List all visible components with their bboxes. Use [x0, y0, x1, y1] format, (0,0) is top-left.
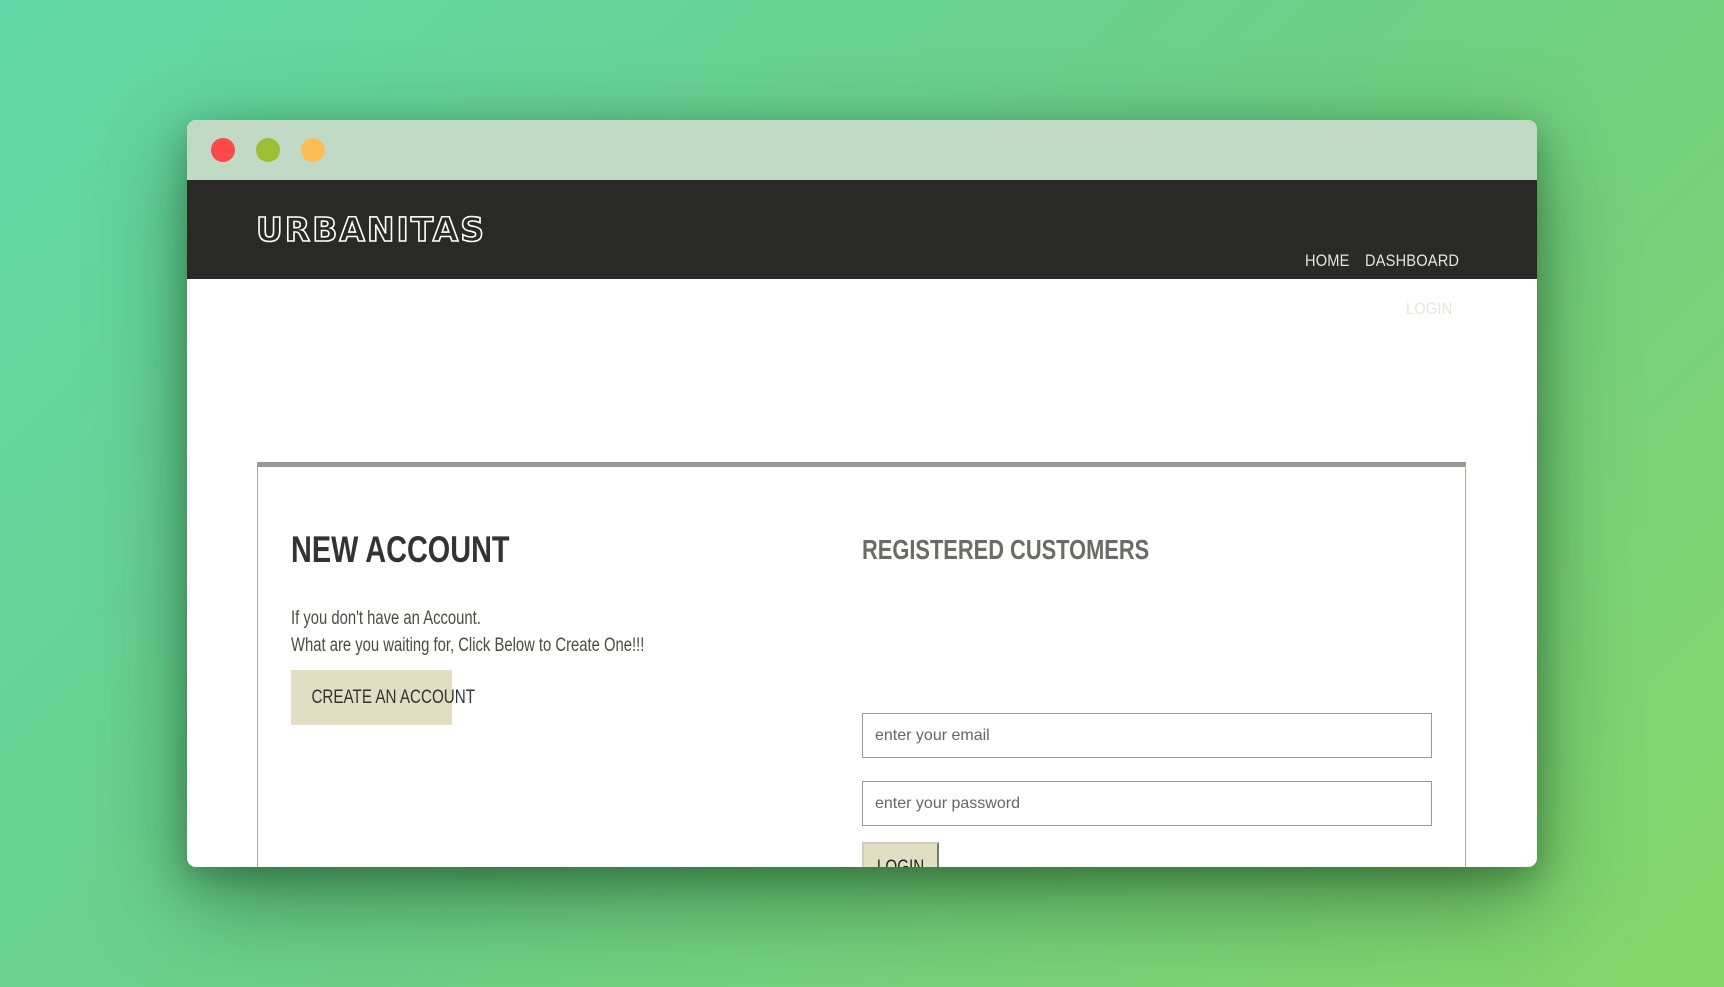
new-account-line-2: What are you waiting for, Click Below to… — [291, 635, 645, 656]
login-button-label: LOGIN — [877, 857, 924, 867]
registered-customers-heading: REGISTERED CUSTOMERS — [862, 534, 1150, 565]
browser-window: URBANITAS HOME DASHBOARD LOGIN NEW ACCOU… — [187, 120, 1537, 867]
new-account-heading: NEW ACCOUNT — [291, 529, 510, 570]
window-titlebar — [187, 120, 1537, 180]
nav-dashboard-link[interactable]: DASHBOARD — [1365, 251, 1459, 271]
site-logo[interactable]: URBANITAS — [255, 200, 486, 260]
minimize-window-button[interactable] — [256, 138, 280, 162]
new-account-description: If you don't have an Account. What are y… — [291, 605, 644, 659]
nav-login-link[interactable]: LOGIN — [1406, 299, 1452, 319]
new-account-line-1: If you don't have an Account. — [291, 608, 481, 629]
maximize-window-button[interactable] — [301, 138, 325, 162]
create-account-button[interactable]: CREATE AN ACCOUNT — [291, 670, 475, 725]
top-navbar: URBANITAS HOME DASHBOARD LOGIN — [187, 180, 1537, 318]
email-field[interactable] — [862, 713, 1432, 758]
create-account-button-label: CREATE AN ACCOUNT — [311, 686, 476, 708]
password-field[interactable] — [862, 781, 1432, 826]
login-button[interactable]: LOGIN — [862, 842, 939, 867]
close-window-button[interactable] — [211, 138, 235, 162]
account-panel: NEW ACCOUNT If you don't have an Account… — [257, 462, 1466, 867]
nav-home-link[interactable]: HOME — [1305, 251, 1350, 271]
